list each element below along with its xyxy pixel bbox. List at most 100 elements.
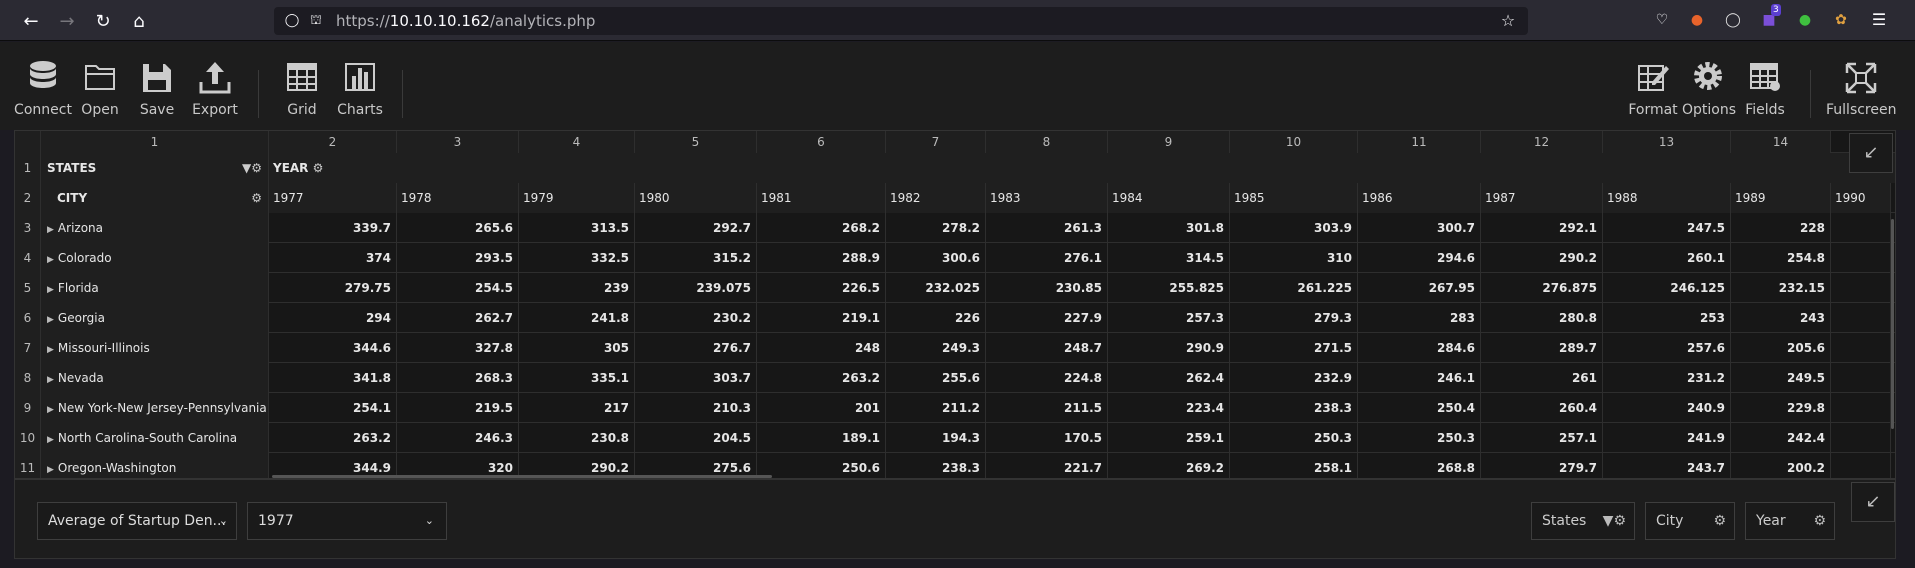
value-cell[interactable]: 288.9 xyxy=(757,243,886,273)
value-cell[interactable]: 294.6 xyxy=(1358,243,1481,273)
value-cell[interactable]: 228 xyxy=(1731,213,1831,243)
value-cell[interactable]: 170.5 xyxy=(986,423,1108,453)
connect-button[interactable]: Connect xyxy=(12,60,74,126)
value-cell[interactable] xyxy=(1831,303,1891,333)
menu-icon[interactable]: ☰ xyxy=(1869,10,1889,30)
forward-icon[interactable]: → xyxy=(54,8,80,34)
extension-cube-icon[interactable]: ■ 3 xyxy=(1759,4,1781,30)
value-cell[interactable]: 276.7 xyxy=(635,333,757,363)
save-button[interactable]: Save xyxy=(134,60,180,126)
value-cell[interactable]: 250.6 xyxy=(757,453,886,478)
format-button[interactable]: Format xyxy=(1628,60,1678,126)
value-cell[interactable]: 290.9 xyxy=(1108,333,1230,363)
shield-icon[interactable]: ◯ xyxy=(284,13,300,29)
grid-button[interactable]: Grid xyxy=(280,60,324,126)
value-cell[interactable]: 300.7 xyxy=(1358,213,1481,243)
value-cell[interactable]: 232.025 xyxy=(886,273,986,303)
pocket-icon[interactable]: ♡ xyxy=(1652,10,1672,30)
value-cell[interactable]: 261.3 xyxy=(986,213,1108,243)
reload-icon[interactable]: ↻ xyxy=(90,8,116,34)
value-cell[interactable]: 241.8 xyxy=(519,303,635,333)
value-cell[interactable]: 339.7 xyxy=(269,213,397,243)
states-header[interactable]: STATES ▼⚙ xyxy=(41,153,269,183)
value-cell[interactable]: 254.5 xyxy=(397,273,519,303)
value-cell[interactable] xyxy=(1831,213,1891,243)
value-cell[interactable]: 238.3 xyxy=(886,453,986,478)
value-cell[interactable]: 268.3 xyxy=(397,363,519,393)
value-cell[interactable]: 268.8 xyxy=(1358,453,1481,478)
expand-arrow-icon[interactable]: ▶ xyxy=(47,315,54,325)
value-cell[interactable]: 243.7 xyxy=(1603,453,1731,478)
value-cell[interactable]: 253 xyxy=(1603,303,1731,333)
state-row-label[interactable]: ▶ Arizona xyxy=(41,213,269,243)
value-cell[interactable] xyxy=(1831,273,1891,303)
extension-color-icon[interactable]: ✿ xyxy=(1831,10,1851,30)
gear-icon[interactable]: ⚙ xyxy=(1713,503,1726,539)
lock-icon[interactable]: ⛫ xyxy=(308,13,324,29)
value-cell[interactable]: 283 xyxy=(1358,303,1481,333)
value-cell[interactable]: 194.3 xyxy=(886,423,986,453)
value-cell[interactable]: 248.7 xyxy=(986,333,1108,363)
value-cell[interactable]: 219.1 xyxy=(757,303,886,333)
value-cell[interactable] xyxy=(1831,393,1891,423)
value-cell[interactable]: 250.3 xyxy=(1230,423,1358,453)
value-cell[interactable]: 293.5 xyxy=(397,243,519,273)
expand-arrow-icon[interactable]: ▶ xyxy=(47,285,54,295)
value-cell[interactable]: 247.5 xyxy=(1603,213,1731,243)
value-cell[interactable]: 230.2 xyxy=(635,303,757,333)
value-cell[interactable]: 276.875 xyxy=(1481,273,1603,303)
value-cell[interactable]: 230.8 xyxy=(519,423,635,453)
value-cell[interactable] xyxy=(1831,453,1891,478)
horizontal-scrollbar[interactable] xyxy=(272,475,772,478)
value-cell[interactable]: 271.5 xyxy=(1230,333,1358,363)
value-cell[interactable]: 217 xyxy=(519,393,635,423)
state-row-label[interactable]: ▶ Florida xyxy=(41,273,269,303)
bookmark-star-icon[interactable]: ☆ xyxy=(1500,13,1516,29)
value-cell[interactable]: 265.6 xyxy=(397,213,519,243)
value-cell[interactable]: 242.4 xyxy=(1731,423,1831,453)
value-cell[interactable]: 249.3 xyxy=(886,333,986,363)
vertical-scrollbar[interactable] xyxy=(1891,219,1894,429)
value-cell[interactable]: 262.7 xyxy=(397,303,519,333)
state-row-label[interactable]: ▶ North Carolina-South Carolina xyxy=(41,423,269,453)
value-cell[interactable]: 255.6 xyxy=(886,363,986,393)
value-cell[interactable]: 332.5 xyxy=(519,243,635,273)
value-cell[interactable]: 255.825 xyxy=(1108,273,1230,303)
measure-dropdown[interactable]: Average of Startup Den... ⌄ xyxy=(37,502,237,540)
open-button[interactable]: Open xyxy=(76,60,124,126)
value-cell[interactable]: 204.5 xyxy=(635,423,757,453)
value-cell[interactable]: 280.8 xyxy=(1481,303,1603,333)
value-cell[interactable]: 262.4 xyxy=(1108,363,1230,393)
value-cell[interactable]: 200.2 xyxy=(1731,453,1831,478)
value-cell[interactable]: 201 xyxy=(757,393,886,423)
value-cell[interactable]: 289.7 xyxy=(1481,333,1603,363)
value-cell[interactable]: 260.1 xyxy=(1603,243,1731,273)
value-cell[interactable]: 314.5 xyxy=(1108,243,1230,273)
value-cell[interactable]: 301.8 xyxy=(1108,213,1230,243)
year-header[interactable]: YEAR ⚙ xyxy=(269,153,1895,183)
collapse-filters-icon[interactable]: ↙ xyxy=(1851,482,1895,522)
value-cell[interactable]: 260.4 xyxy=(1481,393,1603,423)
year-filter-dropdown[interactable]: 1977 ⌄ xyxy=(247,502,447,540)
value-cell[interactable]: 232.9 xyxy=(1230,363,1358,393)
value-cell[interactable]: 303.9 xyxy=(1230,213,1358,243)
state-row-label[interactable]: ▶ Oregon-Washington xyxy=(41,453,269,478)
value-cell[interactable]: 259.1 xyxy=(1108,423,1230,453)
states-field-chip[interactable]: States ▼⚙ xyxy=(1531,502,1635,540)
value-cell[interactable]: 246.125 xyxy=(1603,273,1731,303)
value-cell[interactable]: 239.075 xyxy=(635,273,757,303)
expand-arrow-icon[interactable]: ▶ xyxy=(47,255,54,265)
value-cell[interactable]: 246.3 xyxy=(397,423,519,453)
value-cell[interactable]: 261.225 xyxy=(1230,273,1358,303)
value-cell[interactable] xyxy=(1831,363,1891,393)
value-cell[interactable]: 257.3 xyxy=(1108,303,1230,333)
value-cell[interactable]: 254.1 xyxy=(269,393,397,423)
value-cell[interactable]: 300.6 xyxy=(886,243,986,273)
state-row-label[interactable]: ▶ New York-New Jersey-Pennsylvania xyxy=(41,393,269,423)
expand-arrow-icon[interactable]: ▶ xyxy=(47,345,54,355)
value-cell[interactable]: 211.5 xyxy=(986,393,1108,423)
value-cell[interactable]: 267.95 xyxy=(1358,273,1481,303)
value-cell[interactable]: 189.1 xyxy=(757,423,886,453)
collapse-grid-icon[interactable]: ↙ xyxy=(1849,133,1893,173)
value-cell[interactable]: 226.5 xyxy=(757,273,886,303)
